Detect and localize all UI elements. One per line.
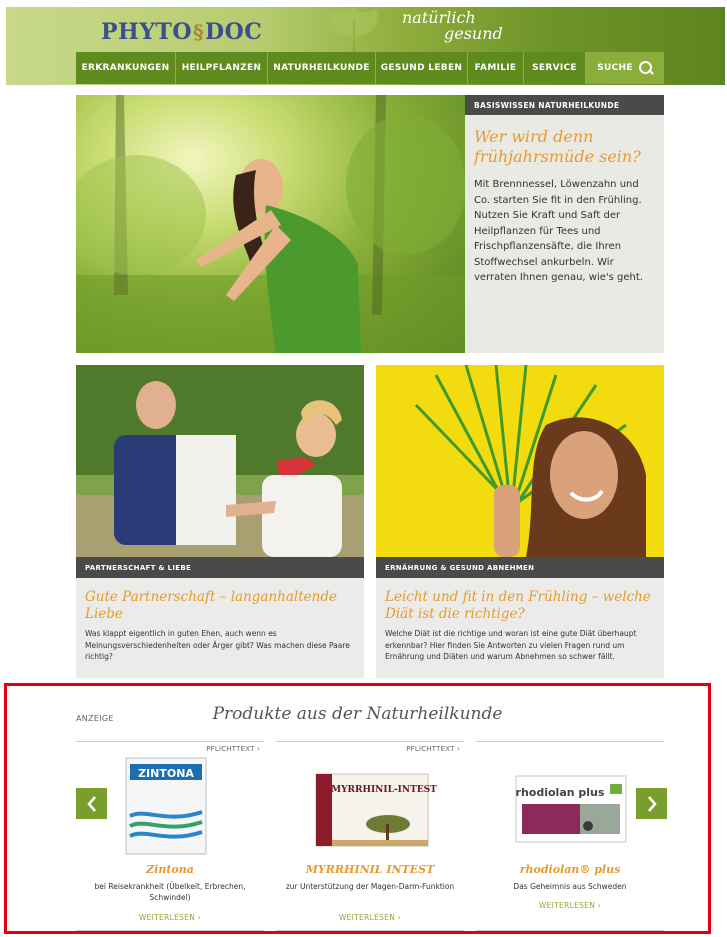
ginkgo-leaf-icon — [330, 7, 378, 53]
hero-title[interactable]: Wer wird denn frühjahrsmüde sein? — [465, 115, 664, 167]
product-description: zur Unterstützung der Magen-Darm-Funktio… — [285, 882, 455, 891]
products-ad-section: ANZEIGE Produkte aus der Naturheilkunde … — [4, 683, 711, 934]
nav-item-familie[interactable]: FAMILIE — [468, 52, 524, 84]
hero-text: Mit Brennnessel, Löwenzahn und Co. start… — [474, 179, 643, 283]
logo-text-left: PHYTO — [101, 19, 193, 45]
product-card-zintona: PFLICHTTEXT › ZINTONA Zintona bei Reisek… — [76, 741, 264, 931]
pack-brand-text: ZINTONA — [138, 767, 194, 780]
product-description: Das Geheimnis aus Schweden — [513, 882, 627, 891]
product-image-rhodiolan-plus[interactable]: rhodiolan plus — [476, 756, 664, 856]
product-name[interactable]: MYRRHINIL INTEST — [276, 863, 464, 876]
teaser-partnerschaft[interactable]: PARTNERSCHAFT & LIEBE Gute Partnerschaft… — [76, 365, 364, 678]
nav-item-erkrankungen[interactable]: ERKRANKUNGEN — [76, 52, 176, 84]
product-image-myrrhinil-intest[interactable]: MYRRHINIL-INTEST — [276, 756, 464, 856]
teaser-title[interactable]: Gute Partnerschaft – langanhaltende Lieb… — [76, 578, 364, 623]
pflichttext-link[interactable]: PFLICHTTEXT › — [406, 745, 460, 753]
couple-illustration — [76, 365, 364, 557]
teaser-image-dancing-couple[interactable] — [76, 365, 364, 557]
site-header: PHYTO § DOC natürlich gesund ERKRANKUNGE… — [6, 7, 725, 85]
nav-item-naturheilkunde[interactable]: NATURHEILKUNDE — [268, 52, 376, 84]
teaser-title[interactable]: Leicht und fit in den Frühling – welche … — [376, 578, 664, 623]
hero-teaser-panel[interactable]: BASISWISSEN NATURHEILKUNDE Wer wird denn… — [465, 95, 664, 353]
read-more-link[interactable]: WEITERLESEN › — [276, 913, 464, 922]
nav-item-service[interactable]: SERVICE — [524, 52, 586, 84]
myrrhinil-pack: MYRRHINIL-INTEST — [315, 773, 437, 847]
caduceus-icon: § — [193, 20, 205, 44]
teaser-category[interactable]: ERNÄHRUNG & GESUND ABNEHMEN — [376, 557, 664, 578]
product-name[interactable]: Zintona — [76, 863, 264, 876]
nav-label: HEILPFLANZEN — [181, 63, 262, 73]
teaser-category[interactable]: PARTNERSCHAFT & LIEBE — [76, 557, 364, 578]
product-name[interactable]: rhodiolan® plus — [476, 863, 664, 876]
product-card-rhodiolan-plus: rhodiolan plus rhodiolan® plus Das Gehei… — [476, 741, 664, 931]
teaser-text: Welche Diät ist die richtige und woran i… — [385, 629, 637, 661]
nav-label: ERKRANKUNGEN — [81, 63, 170, 73]
teaser-image-woman-with-chives[interactable] — [376, 365, 664, 557]
logo-text-right: DOC — [205, 19, 263, 45]
product-image-zintona[interactable]: ZINTONA — [76, 756, 264, 856]
product-card-myrrhinil-intest: PFLICHTTEXT › MYRRHINIL-INTEST MYRRHINIL… — [276, 741, 464, 931]
hero-image-woman-in-nature[interactable] — [76, 95, 465, 353]
teaser-text: Was klappt eigentlich in guten Ehen, auc… — [85, 629, 350, 661]
hero-category[interactable]: BASISWISSEN NATURHEILKUNDE — [465, 95, 664, 115]
slogan-line-2: gesund — [444, 24, 503, 43]
nav-label: FAMILIE — [474, 63, 517, 73]
rhodiolan-pack: rhodiolan plus — [515, 775, 627, 843]
nav-item-search[interactable]: SUCHE — [586, 52, 664, 84]
pack-brand-text: MYRRHINIL-INTEST — [331, 785, 437, 795]
nav-item-heilpflanzen[interactable]: HEILPFLANZEN — [176, 52, 268, 84]
products-heading: Produkte aus der Naturheilkunde — [212, 704, 503, 724]
hero-illustration — [76, 95, 465, 353]
nav-label: SERVICE — [532, 63, 577, 73]
divider — [476, 930, 664, 931]
teaser-ernaehrung[interactable]: ERNÄHRUNG & GESUND ABNEHMEN Leicht und f… — [376, 365, 664, 678]
zintona-pack: ZINTONA — [125, 757, 207, 855]
nav-item-gesund-leben[interactable]: GESUND LEBEN — [376, 52, 468, 84]
divider — [76, 930, 264, 931]
slogan: natürlich gesund — [402, 10, 503, 42]
read-more-link[interactable]: WEITERLESEN › — [476, 901, 664, 910]
divider — [276, 930, 464, 931]
pack-brand-text: rhodiolan plus — [516, 786, 605, 799]
product-description: bei Reisekrankheit (Übelkeit, Erbrechen,… — [94, 882, 246, 902]
nav-label: GESUND LEBEN — [380, 63, 463, 73]
pflichttext-link[interactable]: PFLICHTTEXT › — [206, 745, 260, 753]
search-icon — [638, 61, 653, 75]
main-nav: ERKRANKUNGEN HEILPFLANZEN NATURHEILKUNDE… — [76, 52, 664, 84]
site-logo[interactable]: PHYTO § DOC — [101, 15, 262, 49]
nav-label: NATURHEILKUNDE — [273, 63, 370, 73]
woman-chives-illustration — [376, 365, 664, 557]
read-more-link[interactable]: WEITERLESEN › — [76, 913, 264, 922]
nav-label: SUCHE — [597, 63, 633, 73]
